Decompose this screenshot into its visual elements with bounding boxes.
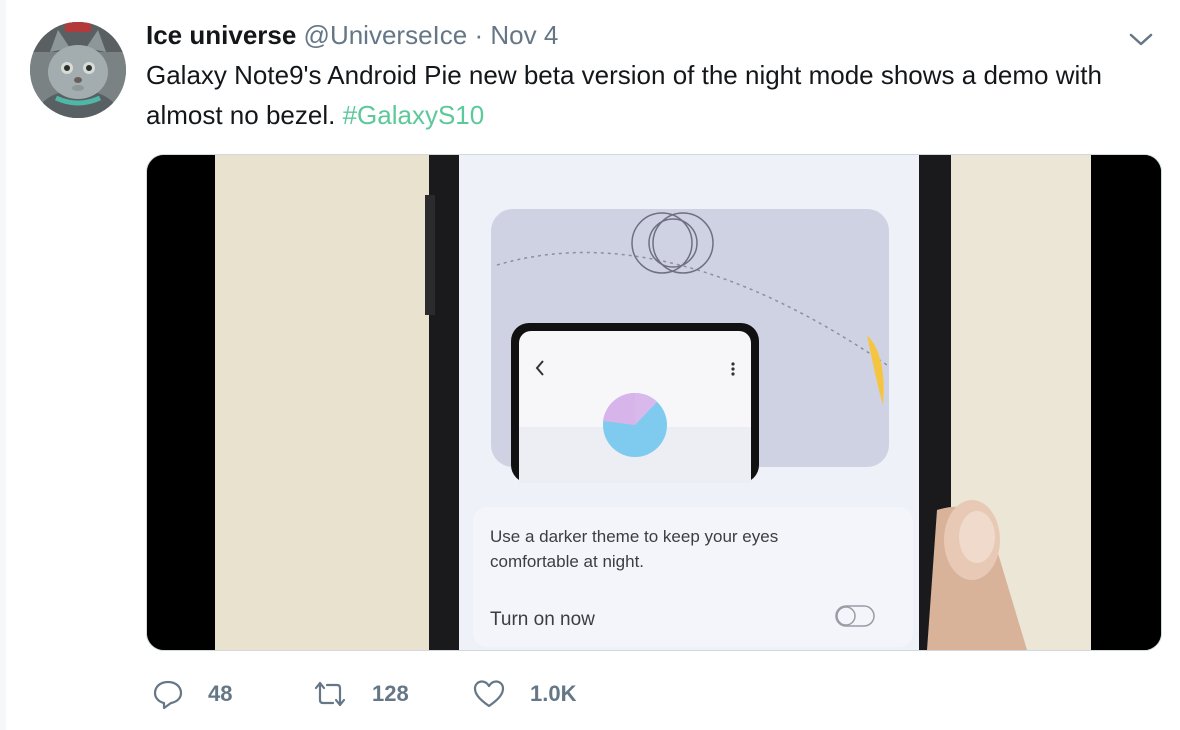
tweet-card[interactable]: Ice universe @UniverseIce · Nov 4 Galaxy…	[6, 0, 1180, 730]
setting-description-line1: Use a darker theme to keep your eyes	[490, 527, 778, 546]
chevron-down-icon[interactable]	[1126, 24, 1156, 54]
turn-on-now-label: Turn on now	[490, 609, 595, 630]
reply-count: 48	[208, 681, 233, 706]
reply-icon	[153, 680, 183, 710]
tweet-body: Galaxy Note9's Android Pie new beta vers…	[146, 60, 1102, 130]
separator-dot: ·	[474, 20, 484, 50]
hashtag-link[interactable]: #GalaxyS10	[343, 100, 485, 130]
tweet-header: Ice universe @UniverseIce · Nov 4	[146, 20, 558, 50]
like-icon	[473, 680, 505, 708]
avatar[interactable]	[30, 22, 126, 118]
reply-button[interactable]: 48	[152, 672, 232, 716]
cat-avatar-image	[30, 22, 126, 118]
tweet-text: Galaxy Note9's Android Pie new beta vers…	[146, 55, 1156, 135]
author-handle[interactable]: @UniverseIce	[304, 20, 468, 50]
tweet-media[interactable]: Use a darker theme to keep your eyes com…	[146, 154, 1162, 651]
like-button[interactable]: 1.0K	[472, 672, 576, 716]
setting-description-line2: comfortable at night.	[490, 552, 644, 571]
media-video-frame: Use a darker theme to keep your eyes com…	[147, 155, 1161, 650]
retweet-icon	[314, 681, 346, 707]
tweet-date[interactable]: Nov 4	[490, 20, 558, 50]
author-name[interactable]: Ice universe	[146, 20, 296, 50]
retweet-count: 128	[372, 681, 409, 706]
retweet-button[interactable]: 128	[312, 672, 409, 716]
like-count: 1.0K	[530, 681, 577, 706]
